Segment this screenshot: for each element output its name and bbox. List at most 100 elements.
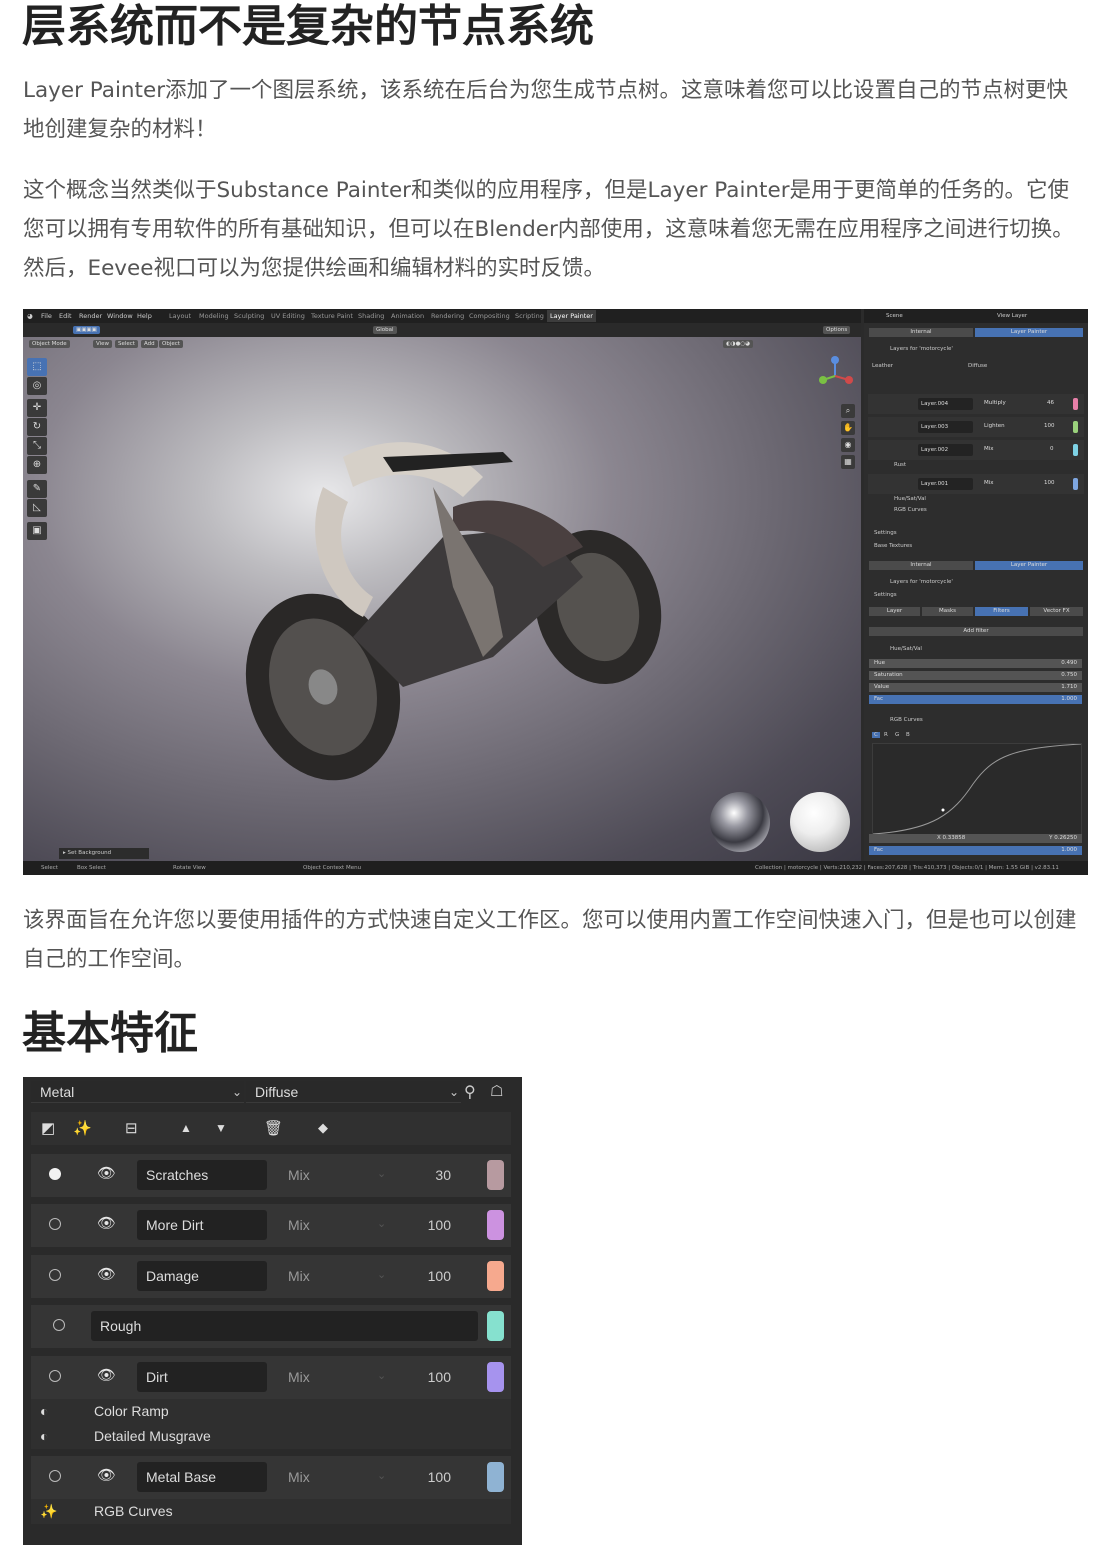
layer-color-swatch[interactable] — [487, 1362, 504, 1392]
move-up-icon[interactable]: ▲ — [180, 1121, 192, 1135]
annotate-tool-icon[interactable]: ✎ — [27, 480, 47, 498]
layer-name[interactable]: Layer.002 — [918, 444, 973, 456]
add-filter-button[interactable]: Add filter — [869, 627, 1083, 636]
eye-icon[interactable]: 👁 — [97, 1366, 116, 1384]
settings-section[interactable]: Settings — [874, 592, 897, 598]
transform-tool-icon[interactable]: ⊕ — [27, 456, 47, 474]
layer-name-field[interactable]: Metal Base — [137, 1462, 267, 1492]
add-filter-sparkle-icon[interactable]: ✨ — [73, 1119, 92, 1137]
menu-render[interactable]: Render — [79, 312, 102, 320]
tab-layout[interactable]: Layout — [169, 312, 191, 320]
tab-vector-fx[interactable]: Vector FX — [1030, 607, 1083, 616]
channel-dropdown[interactable]: Diffuse — [968, 363, 987, 369]
layer-active-radio[interactable] — [53, 1319, 65, 1331]
camera-icon[interactable]: ◉ — [841, 438, 855, 452]
layer-color-swatch[interactable] — [487, 1261, 504, 1291]
layer-name[interactable]: Layer.004 — [918, 398, 973, 410]
eye-icon[interactable]: 👁 — [97, 1164, 116, 1182]
layer-blend-mode[interactable]: Mix — [288, 1268, 310, 1284]
move-down-icon[interactable]: ▼ — [215, 1121, 227, 1135]
scene-name[interactable]: Scene — [886, 313, 903, 319]
tab-filters[interactable]: Filters — [975, 607, 1028, 616]
layer-color-swatch[interactable] — [1073, 478, 1078, 490]
menu-object[interactable]: Object — [159, 340, 183, 348]
curve-channel-b[interactable]: B — [906, 732, 910, 738]
base-textures-section[interactable]: Base Textures — [874, 543, 912, 549]
layer-active-radio[interactable] — [49, 1370, 61, 1382]
fac-slider[interactable]: Fac 1.000 — [869, 695, 1082, 704]
layer-blend-mode[interactable]: Mix — [288, 1167, 310, 1183]
layer-blend-mode[interactable]: Mix — [288, 1217, 310, 1233]
move-tool-icon[interactable]: ✛ — [27, 399, 47, 417]
diamond-icon[interactable]: ◆ — [318, 1120, 328, 1136]
layer-active-radio[interactable] — [49, 1269, 61, 1281]
layer-name-field[interactable]: Rough — [91, 1311, 478, 1341]
layer-blend-mode[interactable]: Mix — [288, 1469, 310, 1485]
menu-edit[interactable]: Edit — [59, 312, 72, 320]
orientation-dropdown[interactable]: Global — [373, 326, 397, 334]
layer-value[interactable]: 100 — [1044, 480, 1055, 486]
tab-layer-painter[interactable]: Layer Painter — [547, 310, 596, 322]
layer-row[interactable]: Layer.002 Mix 0 — [868, 440, 1084, 460]
layer-value[interactable]: 100 — [1044, 423, 1055, 429]
material-dropdown[interactable]: Metal ⌄ — [31, 1081, 244, 1103]
layer-opacity[interactable]: 100 — [391, 1369, 451, 1385]
tab-uv-editing[interactable]: UV Editing — [271, 312, 305, 320]
trash-icon[interactable]: 🗑 — [264, 1119, 283, 1137]
zoom-icon[interactable]: ⌕ — [841, 404, 855, 418]
curve-channel-c[interactable]: C — [872, 732, 880, 738]
pan-icon[interactable]: ✋ — [841, 421, 855, 435]
curve-fac-slider[interactable]: Fac 1.000 — [869, 846, 1082, 855]
menu-window[interactable]: Window — [107, 312, 133, 320]
user-icon[interactable]: ⚲ — [464, 1082, 476, 1102]
layer-blend[interactable]: Multiply — [984, 400, 1006, 406]
layer-color-swatch[interactable] — [1073, 444, 1078, 456]
layer-value[interactable]: 46 — [1047, 400, 1054, 406]
mask-layer-row[interactable]: Rough — [31, 1305, 511, 1348]
layer-color-swatch[interactable] — [487, 1160, 504, 1190]
tab-animation[interactable]: Animation — [391, 312, 424, 320]
saturation-slider[interactable]: Saturation 0.750 — [869, 671, 1082, 680]
scale-tool-icon[interactable]: ⤡ — [27, 437, 47, 455]
tab-sculpting[interactable]: Sculpting — [234, 312, 264, 320]
layer-row[interactable]: 👁 Damage Mix ⌄ 100 — [31, 1255, 511, 1298]
tab-masks[interactable]: Masks — [922, 607, 973, 616]
settings-section[interactable]: Settings — [874, 530, 897, 536]
layer-blend-mode[interactable]: Mix — [288, 1369, 310, 1385]
layer-color-swatch[interactable] — [487, 1462, 504, 1492]
add-cube-tool-icon[interactable]: ▣ — [27, 522, 47, 540]
layer-blend[interactable]: Lighten — [984, 423, 1005, 429]
select-tool-icon[interactable]: ⬚ — [27, 358, 47, 376]
layer-active-radio[interactable] — [49, 1168, 61, 1180]
tab-shading[interactable]: Shading — [358, 312, 384, 320]
tab-modeling[interactable]: Modeling — [199, 312, 229, 320]
layer-color-swatch[interactable] — [487, 1311, 504, 1341]
value-slider[interactable]: Value 1.710 — [869, 683, 1082, 692]
set-background-button[interactable]: ▸ Set Background — [59, 848, 149, 859]
layer-row[interactable]: 👁 Dirt Mix ⌄ 100 — [31, 1356, 511, 1399]
tab-layer[interactable]: Layer — [869, 607, 920, 616]
navigation-gizmo-icon[interactable] — [815, 354, 855, 394]
filter-item[interactable]: ✨ RGB Curves — [31, 1499, 511, 1524]
tab-internal[interactable]: Internal — [869, 328, 973, 337]
layer-active-radio[interactable] — [49, 1470, 61, 1482]
layer-row[interactable]: Layer.001 Mix 100 — [868, 474, 1084, 494]
mask-item[interactable]: ◐ Detailed Musgrave — [31, 1424, 511, 1449]
layer-row[interactable]: 👁 More Dirt Mix ⌄ 100 — [31, 1204, 511, 1247]
tab-internal[interactable]: Internal — [869, 561, 973, 570]
menu-file[interactable]: File — [41, 312, 52, 320]
eye-icon[interactable]: 👁 — [97, 1214, 116, 1232]
view-layer-name[interactable]: View Layer — [997, 313, 1027, 319]
layer-opacity[interactable]: 100 — [391, 1469, 451, 1485]
tab-layer-painter-panel[interactable]: Layer Painter — [975, 561, 1083, 570]
layer-opacity[interactable]: 30 — [391, 1167, 451, 1183]
layer-value[interactable]: 0 — [1050, 446, 1054, 452]
measure-tool-icon[interactable]: ◺ — [27, 499, 47, 517]
material-dropdown[interactable]: Leather — [872, 363, 893, 369]
archive-icon[interactable]: ⊟ — [125, 1119, 138, 1137]
shading-mode-icons[interactable]: ◐◑●○◕ — [723, 340, 753, 348]
grid-icon[interactable]: ▦ — [841, 455, 855, 469]
layer-name-field[interactable]: More Dirt — [137, 1210, 267, 1240]
tab-texture-paint[interactable]: Texture Paint — [311, 312, 353, 320]
layer-opacity[interactable]: 100 — [391, 1268, 451, 1284]
